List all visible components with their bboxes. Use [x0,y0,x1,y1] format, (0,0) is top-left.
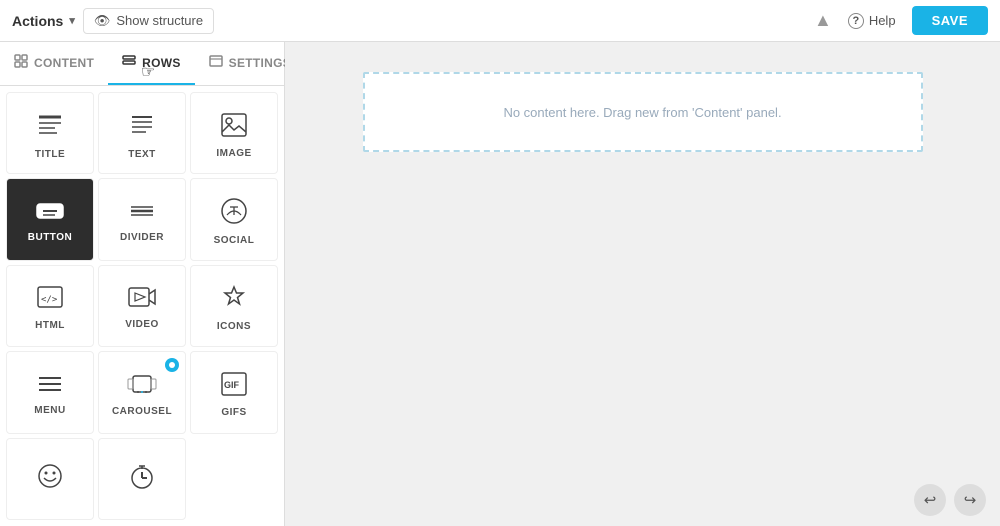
undo-button[interactable]: ↩ [914,484,946,516]
help-label: Help [869,13,896,28]
item-text-label: TEXT [128,149,156,160]
sticker-icon [36,462,64,494]
gifs-icon: GIF [220,371,248,401]
item-divider[interactable]: DIVIDER [98,178,186,260]
tab-settings-label: SETTINGS [229,56,291,70]
video-icon [127,285,157,313]
item-gifs[interactable]: GIF GIFS [190,351,278,433]
grid-icon [14,54,28,71]
item-social[interactable]: SOCIAL [190,178,278,260]
item-icons-label: ICONS [217,321,251,332]
rows-icon [122,54,136,71]
item-menu[interactable]: MENU [6,351,94,433]
item-carousel[interactable]: CAROUSEL [98,351,186,433]
tab-rows-label: ROWS [142,56,181,70]
structure-label: Show structure [116,13,203,28]
item-image[interactable]: IMAGE [190,92,278,174]
item-video-label: VIDEO [125,319,159,330]
save-button[interactable]: SAVE [912,6,988,35]
canvas-placeholder: No content here. Drag new from 'Content'… [503,105,781,120]
social-icon [220,197,248,229]
html-icon: </> [36,284,64,314]
item-icons[interactable]: ICONS [190,265,278,347]
divider-icon [127,200,157,226]
item-button[interactable]: BUTTON [6,178,94,260]
topbar-left: Actions ▾ 👁 Show structure [12,8,214,34]
show-structure-button[interactable]: 👁 Show structure [83,8,214,34]
title-icon [35,111,65,143]
item-video[interactable]: VIDEO [98,265,186,347]
button-icon [35,200,65,226]
panel-tabs: CONTENT ROWS SETTINGS [0,42,284,86]
item-title[interactable]: TITLE [6,92,94,174]
actions-label: Actions [12,13,63,29]
tab-content-label: CONTENT [34,56,94,70]
item-html-label: HTML [35,320,65,331]
content-items-grid: TITLE TEXT [0,86,284,526]
chevron-down-icon: ▾ [69,14,75,27]
help-button[interactable]: ? Help [848,13,896,29]
eye-icon: 👁 [94,13,111,29]
item-sticker[interactable] [6,438,94,520]
tab-rows[interactable]: ROWS [108,42,195,85]
svg-text:GIF: GIF [224,380,240,390]
main-layout: CONTENT ROWS SETTINGS [0,42,1000,526]
icons-icon [220,283,248,315]
question-icon: ? [848,13,864,29]
left-panel: CONTENT ROWS SETTINGS [0,42,285,526]
redo-button[interactable]: ↪ [954,484,986,516]
item-social-label: SOCIAL [214,235,255,246]
item-carousel-label: CAROUSEL [112,406,172,417]
item-gifs-label: GIFS [221,407,246,418]
settings-icon [209,54,223,71]
canvas-frame: No content here. Drag new from 'Content'… [363,72,923,152]
actions-menu[interactable]: Actions ▾ [12,13,75,29]
item-button-label: BUTTON [28,232,72,243]
image-icon [220,112,248,142]
item-divider-label: DIVIDER [120,232,164,243]
upload-icon[interactable]: ▲ [814,10,832,31]
item-text[interactable]: TEXT [98,92,186,174]
item-timer[interactable] [98,438,186,520]
bottom-right-controls: ↩ ↪ [914,484,986,516]
timer-icon [129,462,155,494]
item-html[interactable]: </> HTML [6,265,94,347]
canvas-area: No content here. Drag new from 'Content'… [285,42,1000,526]
item-title-label: TITLE [35,149,65,160]
carousel-icon [127,372,157,400]
tab-content[interactable]: CONTENT [0,42,108,85]
item-image-label: IMAGE [216,148,251,159]
item-menu-label: MENU [34,405,65,416]
svg-text:</>: </> [41,295,58,305]
topbar-right: ▲ ? Help SAVE [814,6,988,35]
topbar: Actions ▾ 👁 Show structure ▲ ? Help SAVE [0,0,1000,42]
text-icon [128,111,156,143]
new-badge [165,358,179,372]
menu-icon [36,373,64,399]
